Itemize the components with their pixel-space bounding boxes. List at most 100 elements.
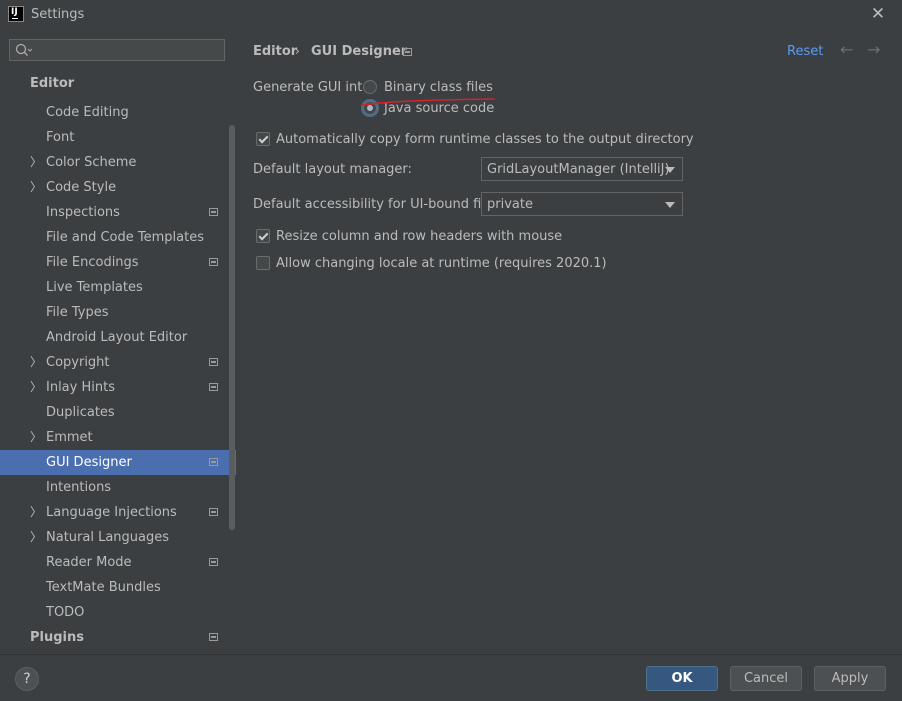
chevron-right-icon[interactable]: 〉 [30, 150, 42, 175]
dialog-footer: ? OK Cancel Apply [0, 654, 902, 701]
sidebar-item-label: Font [46, 130, 75, 145]
layout-manager-label: Default layout manager: [253, 162, 412, 177]
breadcrumb-gui-designer: GUI Designer [311, 44, 408, 59]
resize-headers-label[interactable]: Resize column and row headers with mouse [276, 229, 562, 244]
project-settings-icon [209, 358, 218, 366]
project-settings-icon [209, 383, 218, 391]
sidebar-item-file-encodings[interactable]: File Encodings [0, 250, 236, 275]
sidebar-item-file-types[interactable]: File Types [0, 300, 236, 325]
chevron-right-icon[interactable]: 〉 [30, 375, 42, 400]
allow-locale-label[interactable]: Allow changing locale at runtime (requir… [276, 256, 607, 271]
sidebar-item-label: Color Scheme [46, 155, 137, 170]
settings-sidebar: Editor Code Editing Font 〉 Color Scheme … [0, 30, 236, 654]
layout-manager-value: GridLayoutManager (IntelliJ) [487, 162, 670, 177]
forward-arrow-icon[interactable]: → [867, 40, 880, 59]
sidebar-item-code-style[interactable]: 〉 Code Style [0, 175, 236, 200]
allow-locale-checkbox[interactable] [256, 256, 270, 270]
chevron-right-icon[interactable]: 〉 [30, 175, 42, 200]
resize-headers-checkbox[interactable] [256, 229, 270, 243]
accessibility-value: private [487, 197, 533, 212]
sidebar-item-label: Reader Mode [46, 555, 132, 570]
sidebar-item-gui-designer[interactable]: GUI Designer [0, 450, 236, 475]
sidebar-item-label: Plugins [30, 630, 84, 645]
reset-link[interactable]: Reset [787, 44, 823, 59]
sidebar-item-color-scheme[interactable]: 〉 Color Scheme [0, 150, 236, 175]
app-icon-text: IJ [11, 7, 18, 17]
accessibility-dropdown[interactable]: private [481, 192, 683, 216]
chevron-right-icon[interactable]: 〉 [30, 425, 42, 450]
sidebar-item-label: Emmet [46, 430, 93, 445]
sidebar-item-label: Inlay Hints [46, 380, 115, 395]
sidebar-item-label: TextMate Bundles [46, 580, 161, 595]
sidebar-item-code-editing[interactable]: Code Editing [0, 100, 236, 125]
settings-search-input[interactable] [9, 39, 225, 61]
chevron-down-icon [665, 167, 675, 173]
settings-content-panel: Editor › GUI Designer Reset ← → Generate… [236, 30, 902, 654]
sidebar-item-intentions[interactable]: Intentions [0, 475, 236, 500]
breadcrumb-separator: › [295, 44, 300, 58]
project-settings-icon [403, 48, 412, 56]
cancel-button[interactable]: Cancel [730, 666, 802, 691]
sidebar-item-reader-mode[interactable]: Reader Mode [0, 550, 236, 575]
sidebar-item-inlay-hints[interactable]: 〉 Inlay Hints [0, 375, 236, 400]
sidebar-item-natural-languages[interactable]: 〉 Natural Languages [0, 525, 236, 550]
sidebar-item-label: Code Style [46, 180, 117, 195]
generate-gui-label: Generate GUI into: [253, 80, 375, 95]
project-settings-icon [209, 633, 218, 641]
sidebar-item-textmate-bundles[interactable]: TextMate Bundles [0, 575, 236, 600]
back-arrow-icon[interactable]: ← [840, 40, 853, 59]
sidebar-item-android-layout-editor[interactable]: Android Layout Editor [0, 325, 236, 350]
sidebar-item-label: File Types [46, 305, 109, 320]
copy-runtime-label[interactable]: Automatically copy form runtime classes … [276, 132, 694, 147]
intellij-app-icon: IJ [8, 6, 24, 22]
search-icon [15, 43, 33, 56]
chevron-right-icon[interactable]: 〉 [30, 500, 42, 525]
sidebar-item-label: Android Layout Editor [46, 330, 188, 345]
sidebar-item-label: Copyright [46, 355, 110, 370]
sidebar-item-font[interactable]: Font [0, 125, 236, 150]
sidebar-scrollbar[interactable] [229, 125, 235, 530]
copy-runtime-checkbox[interactable] [256, 132, 270, 146]
sidebar-item-label: Duplicates [46, 405, 115, 420]
apply-button[interactable]: Apply [814, 666, 886, 691]
project-settings-icon [209, 258, 218, 266]
sidebar-item-language-injections[interactable]: 〉 Language Injections [0, 500, 236, 525]
sidebar-item-duplicates[interactable]: Duplicates [0, 400, 236, 425]
project-settings-icon [209, 508, 218, 516]
ok-button[interactable]: OK [646, 666, 718, 691]
search-field[interactable] [36, 42, 220, 60]
sidebar-item-label: Natural Languages [46, 530, 170, 545]
binary-class-files-label[interactable]: Binary class files [384, 80, 493, 95]
sidebar-item-label: Language Injections [46, 505, 177, 520]
sidebar-item-todo[interactable]: TODO [0, 600, 236, 625]
close-icon[interactable]: ✕ [868, 4, 888, 24]
project-settings-icon [209, 208, 218, 216]
radio-binary-class-files[interactable] [363, 80, 377, 94]
layout-manager-dropdown[interactable]: GridLayoutManager (IntelliJ) [481, 157, 683, 181]
project-settings-icon [209, 458, 218, 466]
sidebar-item-copyright[interactable]: 〉 Copyright [0, 350, 236, 375]
breadcrumb-editor[interactable]: Editor [253, 44, 297, 59]
sidebar-item-label: Code Editing [46, 105, 129, 120]
chevron-right-icon[interactable]: 〉 [30, 350, 42, 375]
title-bar: IJ Settings ✕ [0, 0, 902, 30]
sidebar-group-editor[interactable]: Editor [0, 71, 236, 96]
help-button[interactable]: ? [15, 667, 39, 691]
sidebar-item-label: TODO [46, 605, 85, 620]
accessibility-label: Default accessibility for UI-bound field… [253, 197, 513, 212]
sidebar-item-label: Editor [30, 76, 75, 91]
chevron-right-icon[interactable]: 〉 [30, 525, 42, 550]
sidebar-group-plugins[interactable]: Plugins [0, 625, 236, 650]
sidebar-item-label: Inspections [46, 205, 120, 220]
sidebar-item-emmet[interactable]: 〉 Emmet [0, 425, 236, 450]
sidebar-item-file-and-code-templates[interactable]: File and Code Templates [0, 225, 236, 250]
window-title: Settings [31, 7, 85, 22]
sidebar-item-inspections[interactable]: Inspections [0, 200, 236, 225]
sidebar-item-live-templates[interactable]: Live Templates [0, 275, 236, 300]
red-underline-annotation [361, 98, 495, 106]
sidebar-item-label: Live Templates [46, 280, 143, 295]
sidebar-item-label: File Encodings [46, 255, 139, 270]
sidebar-item-label: File and Code Templates [46, 230, 204, 245]
sidebar-item-label: Intentions [46, 480, 112, 495]
project-settings-icon [209, 558, 218, 566]
